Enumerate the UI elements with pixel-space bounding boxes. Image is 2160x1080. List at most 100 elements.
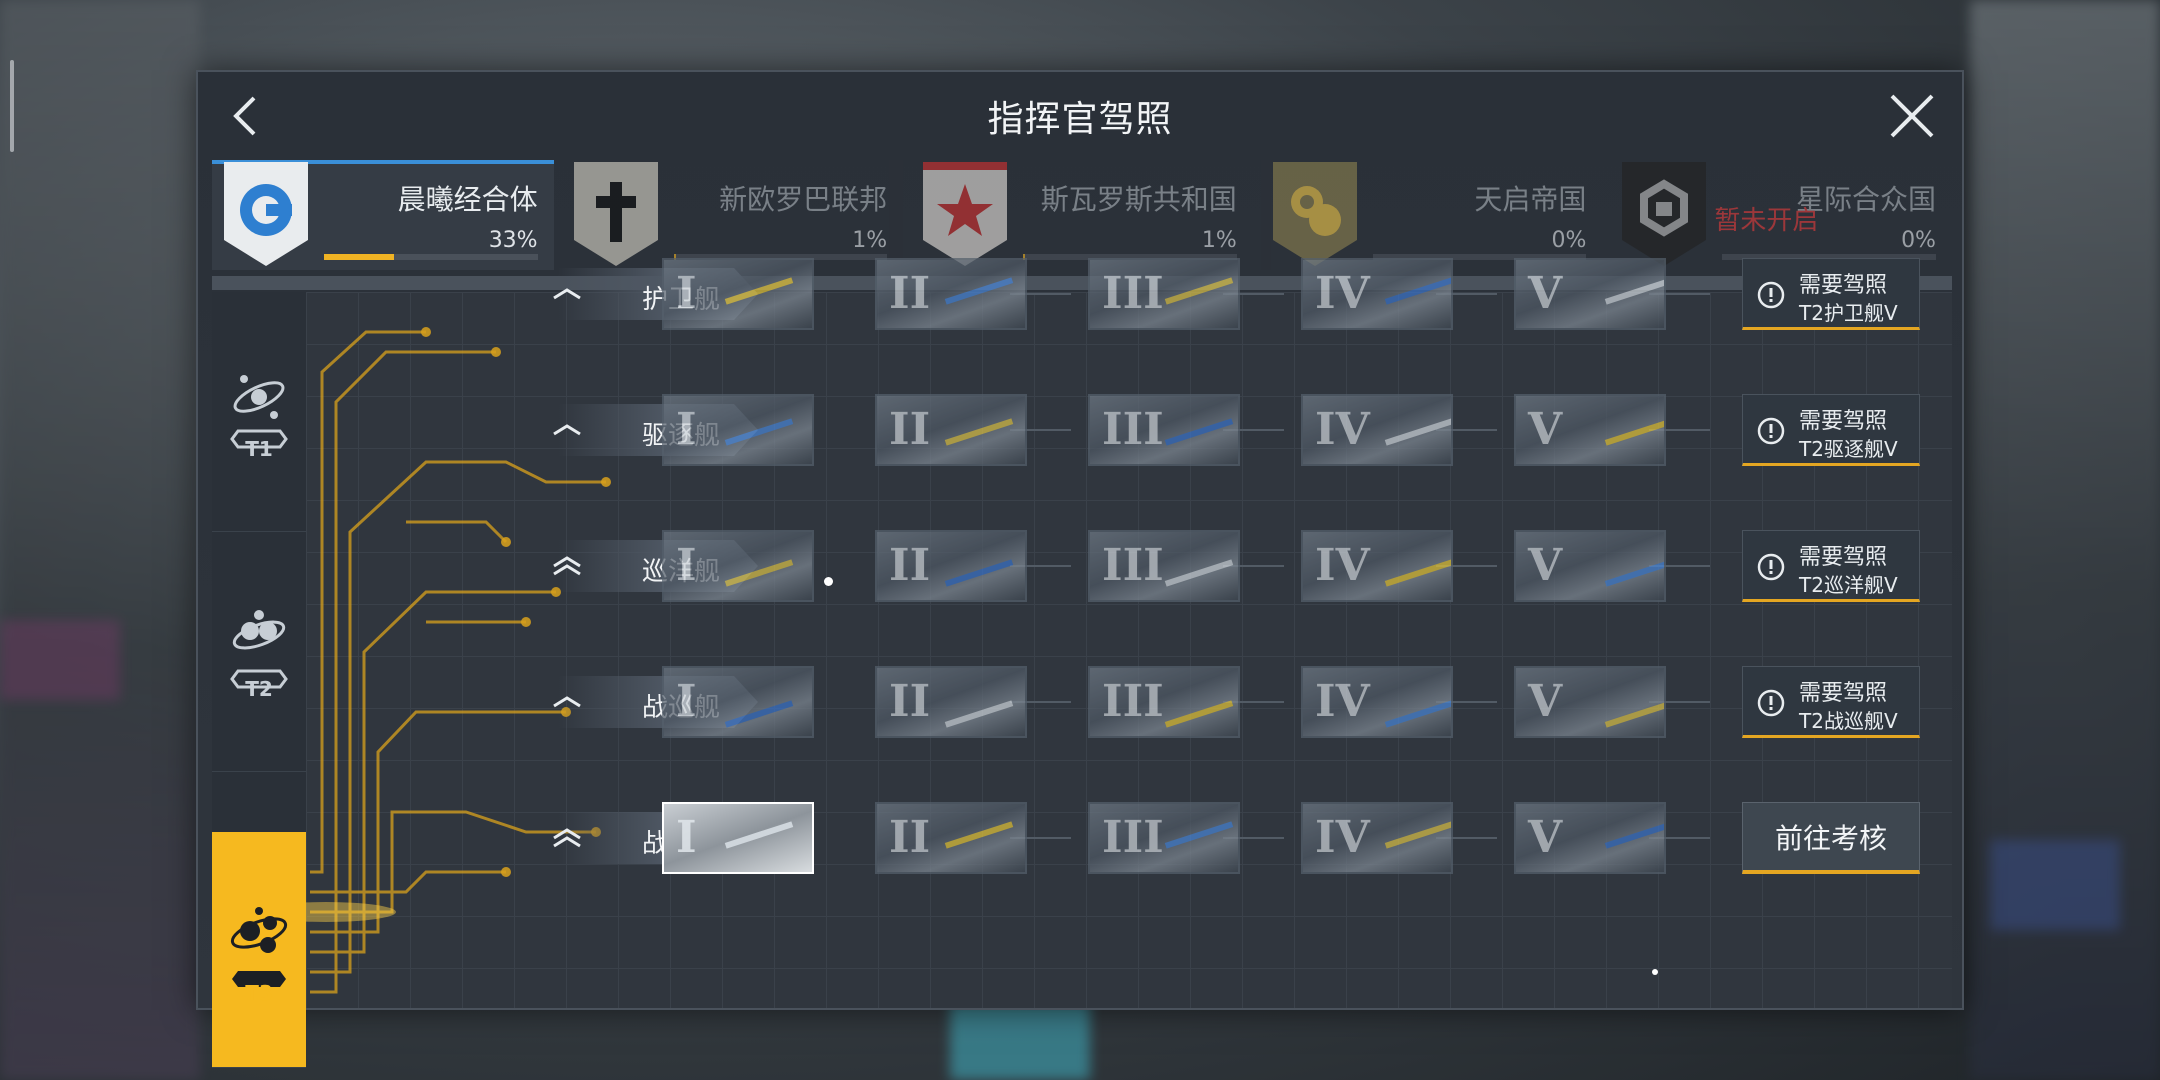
rank-numeral: III: [1102, 268, 1164, 319]
rank-numeral: V: [1528, 268, 1563, 319]
rank-numeral: V: [1528, 404, 1563, 455]
requirement-title: 需要驾照: [1799, 409, 1888, 434]
go-to-exam-button[interactable]: 前往考核: [1742, 802, 1920, 874]
ship-stripe: [724, 821, 794, 849]
ship-rank-card[interactable]: I: [662, 258, 814, 330]
background-left: [0, 0, 200, 1080]
ship-rank-card[interactable]: V: [1514, 666, 1666, 738]
ship-rank-card[interactable]: II: [875, 802, 1027, 874]
ship-class-row: 战列舰IIIIIIIVV前往考核: [198, 798, 1962, 878]
chevron-up-icon: [553, 424, 581, 436]
requirement-detail: T2巡洋舰V: [1799, 573, 1898, 597]
ship-stripe: [1604, 559, 1664, 587]
ship-class-row: 巡洋舰IIIIIIIVV需要驾照T2巡洋舰V: [198, 526, 1962, 606]
faction-percent: 0%: [1551, 228, 1587, 253]
ship-stripe: [1384, 559, 1451, 587]
ship-rank-card[interactable]: V: [1514, 530, 1666, 602]
rank-numeral: II: [889, 676, 931, 727]
page-title: 指挥官驾照: [987, 99, 1173, 140]
ship-stripe: [724, 418, 794, 446]
ship-rank-card[interactable]: II: [875, 258, 1027, 330]
background-glow: [950, 1000, 1090, 1080]
cross-crest-icon: [573, 162, 658, 266]
license-requirement-badge[interactable]: 需要驾照 T2战巡舰V: [1742, 666, 1920, 738]
ship-rank-card[interactable]: III: [1088, 530, 1240, 602]
ship-rank-card[interactable]: III: [1088, 802, 1240, 874]
chevron-up-icon: [553, 696, 581, 708]
ship-stripe: [1604, 700, 1664, 728]
ship-stripe: [1604, 277, 1664, 305]
license-requirement-badge[interactable]: 需要驾照 T2护卫舰V: [1742, 258, 1920, 330]
ship-stripe: [1384, 418, 1451, 446]
back-button[interactable]: [220, 90, 272, 142]
chevron-left-icon: [233, 96, 256, 136]
ship-rank-card[interactable]: III: [1088, 258, 1240, 330]
rank-numeral: I: [676, 812, 697, 863]
sparkle: [824, 577, 833, 586]
star-crest-icon: [923, 162, 1008, 266]
ship-rank-card[interactable]: III: [1088, 394, 1240, 466]
ship-rank-card[interactable]: II: [875, 394, 1027, 466]
faction-name: 晨曦经合体: [397, 183, 538, 216]
rank-numeral: II: [889, 540, 931, 591]
ship-stripe: [1164, 277, 1234, 305]
ship-rank-card[interactable]: IV: [1301, 258, 1453, 330]
sparkle: [1652, 969, 1658, 975]
rank-numeral: III: [1102, 540, 1164, 591]
ship-class-row: 护卫舰IIIIIIIVV需要驾照T2护卫舰V: [198, 254, 1962, 334]
ship-rank-card[interactable]: I: [662, 666, 814, 738]
rank-numeral: V: [1528, 540, 1563, 591]
rank-numeral: IV: [1315, 404, 1370, 455]
ship-stripe: [1164, 821, 1234, 849]
rank-numeral: II: [889, 268, 931, 319]
ship-stripe: [1604, 821, 1664, 849]
background-screen: [1990, 840, 2120, 930]
ship-rank-card[interactable]: II: [875, 530, 1027, 602]
rank-numeral: III: [1102, 404, 1164, 455]
ship-rank-card[interactable]: IV: [1301, 530, 1453, 602]
exclamation-circle-icon: [1757, 689, 1785, 717]
ship-rank-card[interactable]: V: [1514, 258, 1666, 330]
ship-rank-card[interactable]: I: [662, 394, 814, 466]
ship-rank-card[interactable]: IV: [1301, 802, 1453, 874]
license-requirement-badge[interactable]: 需要驾照 T2驱逐舰V: [1742, 394, 1920, 466]
requirement-detail: T2战巡舰V: [1799, 709, 1898, 733]
locked-note: 暂未开启: [1714, 206, 1819, 236]
ship-stripe: [724, 277, 794, 305]
ship-stripe: [1384, 277, 1451, 305]
exclamation-circle-icon: [1757, 417, 1785, 445]
close-button[interactable]: [1886, 90, 1938, 142]
ship-class-row: 战巡舰IIIIIIIVV需要驾照T2战巡舰V: [198, 662, 1962, 742]
rank-numeral: III: [1102, 812, 1164, 863]
rank-numeral: IV: [1315, 268, 1370, 319]
faction-name: 新欧罗巴联邦: [719, 183, 888, 216]
ship-rank-card[interactable]: V: [1514, 802, 1666, 874]
license-requirement-badge[interactable]: 需要驾照 T2巡洋舰V: [1742, 530, 1920, 602]
faction-name: 斯瓦罗斯共和国: [1040, 183, 1237, 216]
rank-numeral: IV: [1315, 812, 1370, 863]
rank-numeral: III: [1102, 676, 1164, 727]
requirement-detail: T2护卫舰V: [1799, 301, 1898, 325]
requirement-title: 需要驾照: [1799, 681, 1888, 706]
ship-rank-card[interactable]: IV: [1301, 666, 1453, 738]
ship-rank-card[interactable]: I: [662, 530, 814, 602]
ship-rank-card[interactable]: V: [1514, 394, 1666, 466]
close-x-icon: [1890, 94, 1934, 138]
rank-numeral: I: [676, 404, 697, 455]
ship-stripe: [724, 700, 794, 728]
ship-rank-card[interactable]: III: [1088, 666, 1240, 738]
rank-numeral: V: [1528, 812, 1563, 863]
ship-rank-card[interactable]: II: [875, 666, 1027, 738]
ship-stripe: [944, 277, 1014, 305]
requirement-detail: T2驱逐舰V: [1799, 437, 1898, 461]
license-panel: 指挥官驾照 晨曦经合体 33% 新欧罗巴联邦 1% 斯瓦罗斯共和国 1% 天启帝…: [196, 70, 1964, 1068]
rank-numeral: IV: [1315, 540, 1370, 591]
requirement-title: 需要驾照: [1799, 545, 1888, 570]
exclamation-circle-icon: [1757, 281, 1785, 309]
morning-crest-icon: [224, 162, 308, 266]
ship-rank-card[interactable]: IV: [1301, 394, 1453, 466]
ship-stripe: [1384, 700, 1451, 728]
ship-rank-card[interactable]: I: [662, 802, 814, 874]
ship-stripe: [944, 559, 1014, 587]
rank-numeral: V: [1528, 676, 1563, 727]
